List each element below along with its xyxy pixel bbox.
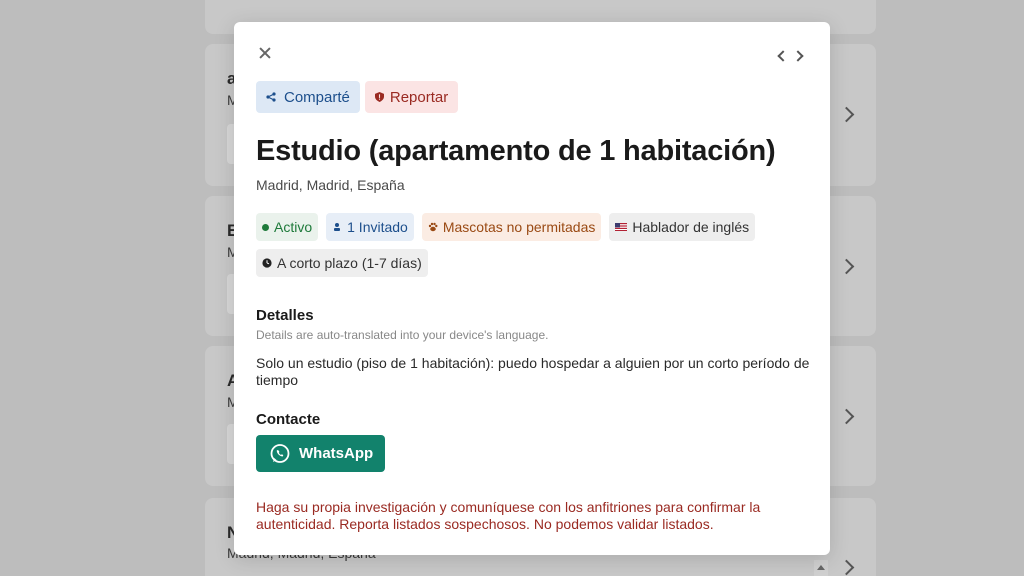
status-badge: Activo (256, 213, 319, 241)
whatsapp-button[interactable]: WhatsApp (256, 435, 385, 472)
scroll-up-button[interactable] (814, 560, 828, 576)
language-badge: Hablador de inglés (609, 213, 756, 241)
whatsapp-icon (270, 443, 290, 463)
term-badge-label: A corto plazo (1-7 días) (277, 255, 422, 271)
chevron-right-icon[interactable] (793, 49, 805, 61)
pets-badge: Mascotas no permitadas (421, 213, 602, 241)
person-icon (334, 223, 341, 231)
shield-icon (374, 92, 384, 102)
clock-icon (262, 258, 272, 268)
report-button-label: Reportar (389, 88, 449, 106)
chevron-right-icon[interactable] (838, 408, 855, 425)
chevron-right-icon[interactable] (838, 106, 855, 123)
listing-tags: Activo 1 Invitado Mascotas no permitadas (256, 213, 816, 277)
chevron-right-icon[interactable] (838, 258, 855, 275)
chevron-left-icon[interactable] (775, 49, 787, 61)
listing-title: Estudio (apartamento de 1 habitación) (256, 135, 776, 167)
us-flag-icon (615, 223, 628, 231)
action-row: Comparté Reportar (256, 81, 459, 113)
paw-icon (428, 222, 438, 232)
report-button[interactable]: Reportar (364, 81, 459, 113)
listing-detail-modal: Comparté Reportar Estudio (apartamento d… (234, 22, 830, 555)
status-badge-label: Activo (274, 219, 313, 235)
pets-badge-label: Mascotas no permitadas (442, 219, 596, 235)
details-translation-hint: Details are auto-translated into your de… (256, 328, 549, 342)
close-icon[interactable] (256, 44, 274, 62)
status-dot-icon (262, 223, 269, 231)
share-icon (266, 92, 276, 102)
chevron-right-icon[interactable] (838, 559, 855, 576)
contact-heading: Contacte (256, 411, 321, 428)
guests-badge: 1 Invitado (326, 213, 414, 241)
share-button[interactable]: Comparté (256, 81, 360, 113)
language-badge-label: Hablador de inglés (632, 219, 750, 235)
guests-badge-label: 1 Invitado (347, 219, 408, 235)
details-heading: Detalles (256, 307, 314, 324)
safety-disclaimer: Haga su propia investigación y comuníque… (256, 499, 761, 532)
listing-location: Madrid, Madrid, España (256, 177, 405, 193)
details-text: Solo un estudio (piso de 1 habitación): … (256, 355, 810, 388)
share-button-label: Comparté (284, 88, 350, 106)
whatsapp-button-label: WhatsApp (299, 445, 374, 462)
term-badge: A corto plazo (1-7 días) (256, 249, 428, 277)
